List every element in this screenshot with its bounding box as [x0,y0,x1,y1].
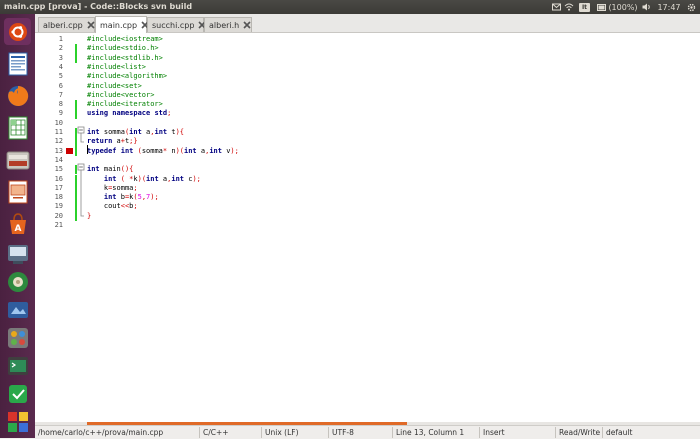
mail-indicator-icon[interactable] [551,1,561,13]
tab-succhi-cpp[interactable]: succhi.cpp [147,17,207,32]
code-line: int main(){ [87,165,134,174]
battery-icon[interactable] [596,1,606,13]
file-manager-icon[interactable] [4,146,31,173]
status-bar: /home/carlo/c++/prova/main.cpp C/C++ Uni… [35,425,700,439]
line-number: 19 [54,202,63,211]
line-number: 5 [58,72,63,81]
app-icon-1[interactable] [4,240,31,267]
line-number: 20 [54,211,63,220]
line-number: 14 [54,155,63,164]
close-icon[interactable] [243,21,251,30]
code-line: #include<vector> [87,90,155,99]
fold-marker-11[interactable] [77,126,85,134]
access-indicator: Read/Write [559,428,601,437]
edit-mode-indicator: Insert [483,428,505,437]
libreoffice-calc-icon[interactable] [4,114,31,141]
text-cursor [87,145,88,154]
app-icon-2[interactable] [4,268,31,295]
code-line: k=somma; [103,183,138,192]
language-indicator: C/C++ [203,428,229,437]
software-center-icon[interactable]: A [4,210,31,237]
line-number: 4 [58,62,63,71]
error-marker-icon[interactable] [66,148,73,155]
line-number: 12 [54,137,63,146]
tab-alberi-h[interactable]: alberi.h [204,17,252,32]
line-number: 17 [54,183,63,192]
window-title: main.cpp [prova] - Code::Blocks svn buil… [4,2,193,11]
line-number: 7 [58,90,63,99]
line-number: 2 [58,44,63,53]
gear-icon[interactable] [686,1,696,13]
code-line: int b=k(5,7); [103,193,159,202]
tab-alberi-cpp[interactable]: alberi.cpp [38,17,95,32]
line-number: 16 [54,174,63,183]
battery-percentage: (100%) [608,2,638,12]
app-icon-4[interactable] [4,324,31,351]
app-icon-3[interactable] [4,296,31,323]
libreoffice-impress-icon[interactable] [4,178,31,205]
tab-main-cpp[interactable]: main.cpp [95,16,149,33]
ubuntu-dash-icon[interactable] [4,18,31,45]
line-number: 3 [58,53,63,62]
line-number: 13 [54,146,63,155]
code-line: #include<stdio.h> [87,44,159,53]
code-line: return a+t;} [87,137,138,146]
code-line: #include<algorithm> [87,72,168,81]
close-icon[interactable] [87,21,95,30]
keyboard-layout-indicator[interactable]: It [579,3,590,12]
volume-icon[interactable] [641,1,651,13]
line-number: 9 [58,109,63,118]
svg-text:A: A [14,224,21,234]
code-line: cout<<b; [103,202,138,211]
code-line: #include<iostream> [87,35,163,43]
code-line: #include<set> [87,81,142,90]
line-number: 18 [54,193,63,202]
profile-indicator: default [606,428,633,437]
code-line: } [87,211,92,220]
editor-tabs: alberi.cpp main.cpp succhi.cpp alberi.h [35,14,700,33]
code-editor[interactable]: 1 2 3 4 5 6 7 8 9 10 11 12 13 14 15 16 17 18 19 20 21 #inclu… [35,33,700,423]
tab-label: succhi.cpp [152,20,195,30]
cursor-position: Line 13, Column 1 [396,428,465,437]
tab-label: alberi.h [209,20,240,30]
line-number: 1 [58,35,63,43]
encoding-indicator: UTF-8 [332,428,354,437]
code-line: int somma(int a,int t){ [87,128,185,136]
launcher: A [0,14,35,438]
code-line: typedef int (somma* n)(int a,int v); [87,146,239,155]
line-number: 6 [58,81,63,90]
tab-label: alberi.cpp [43,20,83,30]
code-line: int ( *k)(int a,int c); [103,174,201,183]
line-number: 21 [54,221,63,229]
libreoffice-writer-icon[interactable] [4,50,31,77]
line-endings-indicator: Unix (LF) [265,428,299,437]
top-panel: main.cpp [prova] - Code::Blocks svn buil… [0,0,700,14]
line-number: 15 [54,165,63,174]
workspaces-icon[interactable] [4,408,31,435]
code-line: #include<list> [87,62,147,71]
line-number: 10 [54,118,63,127]
line-number: 8 [58,100,63,109]
wifi-icon[interactable] [564,1,574,13]
file-path: /home/carlo/c++/prova/main.cpp [38,428,164,437]
firefox-icon[interactable] [4,82,31,109]
code-line: #include<iterator> [87,100,163,109]
app-icon-5[interactable] [4,352,31,379]
fold-margin[interactable] [77,33,85,423]
line-number: 11 [54,128,63,136]
code-line: #include<stdlib.h> [87,53,163,62]
code-line: using namespace std; [87,109,172,118]
tab-label: main.cpp [100,20,138,30]
app-icon-6[interactable] [4,380,31,407]
code-text-area[interactable]: #include<iostream> #include<stdio.h> #incl… [87,33,687,423]
fold-marker-15[interactable] [77,163,85,171]
clock[interactable]: 17:47 [657,1,681,13]
